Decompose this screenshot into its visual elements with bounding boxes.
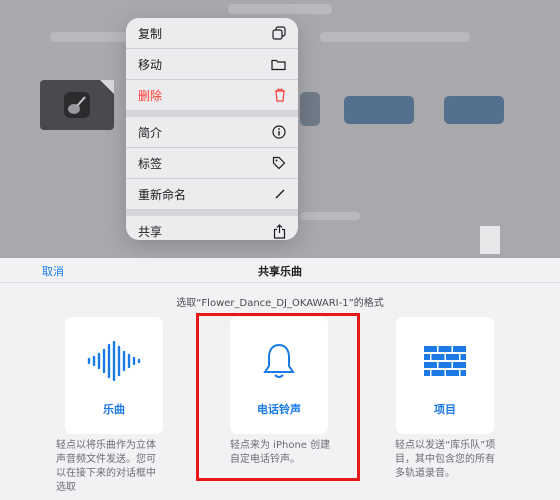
blur-bar xyxy=(228,4,332,14)
blurred-thumbnail xyxy=(344,96,414,124)
menu-item-label: 标签 xyxy=(138,156,163,171)
scroll-indicator xyxy=(480,226,500,254)
menu-item-delete[interactable]: 删除 xyxy=(126,80,298,111)
sheet-header: 取消 共享乐曲 xyxy=(0,258,560,283)
brick-wall-icon xyxy=(424,346,466,376)
blur-bar xyxy=(320,32,470,42)
blurred-thumbnail xyxy=(444,96,504,124)
menu-item-share[interactable]: 共享 xyxy=(126,216,298,240)
page-fold xyxy=(100,80,114,94)
option-label: 乐曲 xyxy=(103,403,125,416)
blur-bar xyxy=(50,32,130,42)
guitar-icon xyxy=(64,92,90,118)
option-card-song[interactable]: 乐曲 xyxy=(65,317,163,434)
blur-bar xyxy=(300,212,360,220)
option-description: 轻点以发送“库乐队”项目，其中包含您的所有多轨道录音。 xyxy=(395,440,496,479)
option-description: 轻点以将乐曲作为立体声音频文件发送。您可以在接下来的对话框中选取 xyxy=(56,440,156,493)
folder-icon xyxy=(271,59,286,70)
menu-item-label: 移动 xyxy=(138,57,163,72)
option-label: 项目 xyxy=(434,403,456,416)
context-menu: 复制 移动 删除 简介 标签 重新命名 共享 xyxy=(126,18,298,240)
menu-item-label: 重新命名 xyxy=(138,187,187,202)
highlight-box xyxy=(196,313,360,481)
option-card-project[interactable]: 项目 xyxy=(396,317,494,434)
menu-item-info[interactable]: 简介 xyxy=(126,117,298,148)
trash-icon xyxy=(275,88,285,102)
menu-item-tags[interactable]: 标签 xyxy=(126,148,298,179)
copy-icon xyxy=(272,26,286,40)
garageband-file-icon[interactable] xyxy=(40,80,114,130)
sheet-subtitle: 选取“Flower_Dance_DJ_OKAWARI-1”的格式 xyxy=(176,298,384,309)
waveform-icon xyxy=(87,341,141,381)
blurred-thumbnail xyxy=(300,92,320,126)
menu-item-rename[interactable]: 重新命名 xyxy=(126,179,298,210)
menu-item-label: 删除 xyxy=(138,88,163,103)
menu-item-label: 简介 xyxy=(138,125,163,140)
menu-item-move[interactable]: 移动 xyxy=(126,49,298,80)
menu-item-label: 复制 xyxy=(138,26,163,41)
sheet-title: 共享乐曲 xyxy=(258,265,302,278)
pencil-icon xyxy=(275,189,285,199)
info-icon xyxy=(272,125,286,139)
menu-item-label: 共享 xyxy=(138,225,163,239)
tag-icon xyxy=(272,156,286,170)
menu-item-copy[interactable]: 复制 xyxy=(126,18,298,49)
share-icon xyxy=(273,224,286,239)
